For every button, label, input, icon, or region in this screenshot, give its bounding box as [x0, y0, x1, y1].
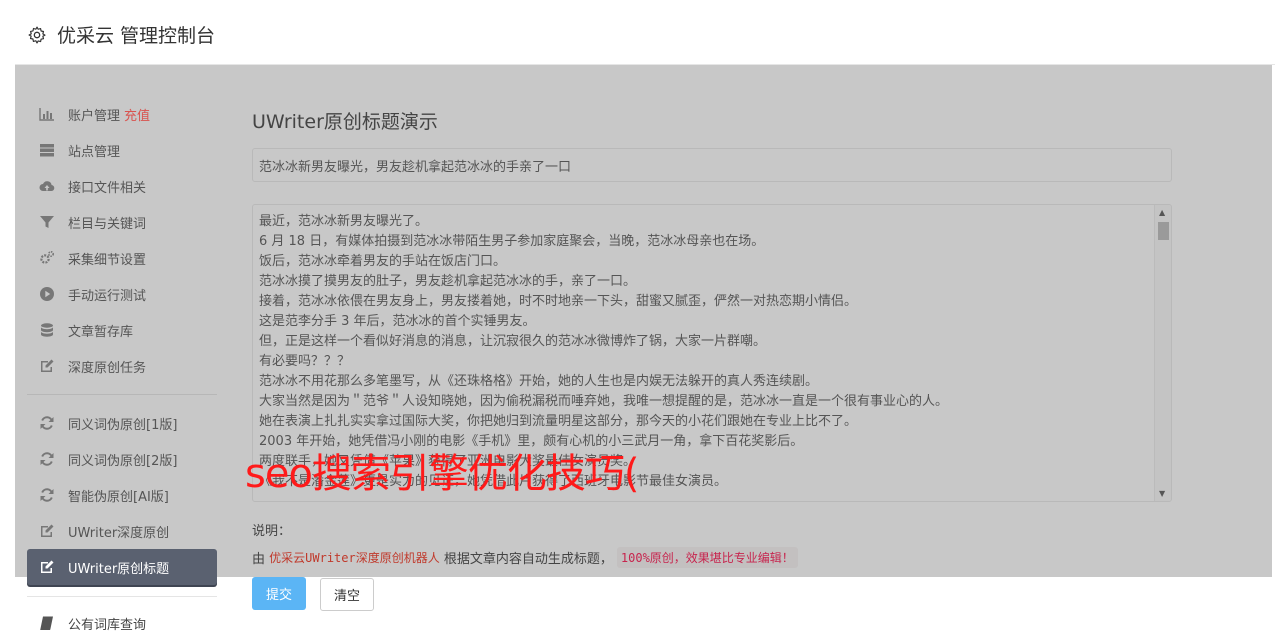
sidebar-divider	[27, 596, 217, 597]
sidebar-item-label: 账户管理	[68, 108, 121, 124]
article-line: 她在表演上扎扎实实拿过国际大奖，你把她归到流量明星这部分，那今天的小花们跟她在专…	[259, 414, 858, 429]
sidebar-divider	[27, 394, 217, 395]
note-highlight: 优采云UWriter深度原创机器人	[269, 551, 440, 565]
article-line: 饭后，范冰冰牵着男友的手站在饭店门口。	[259, 254, 507, 269]
sidebar-item-label: UWriter原创标题	[68, 561, 170, 577]
sidebar-item-label: 智能伪原创[AI版]	[68, 489, 169, 505]
article-line: 接着，范冰冰依偎在男友身上，男友搂着她，时不时地亲一下头，甜蜜又腻歪，俨然一对热…	[259, 294, 858, 309]
page-title: UWriter原创标题演示	[252, 111, 438, 133]
sidebar-item-synonym-v2[interactable]: 同义词伪原创[2版]	[27, 441, 217, 477]
sidebar-item-label: 接口文件相关	[68, 180, 147, 196]
note-prefix: 由	[252, 552, 266, 567]
article-line: 6 月 18 日，有媒体拍摄到范冰冰带陌生男子参加家庭聚会，当晚，范冰冰母亲也在…	[259, 234, 765, 249]
watermark-overlay-text: seo搜索引擎优化技巧(	[245, 451, 640, 497]
scroll-down-icon[interactable]: ▼	[1159, 489, 1165, 498]
sidebar-item-collect-settings[interactable]: 采集细节设置	[27, 240, 217, 276]
sidebar-item-manual-run[interactable]: 手动运行测试	[27, 276, 217, 312]
app-title: 优采云 管理控制台	[57, 25, 216, 47]
sidebar-item-label: 栏目与关键词	[68, 216, 147, 232]
edit-icon	[38, 523, 56, 539]
article-line: 最近，范冰冰新男友曝光了。	[259, 214, 429, 229]
sidebar-item-interface[interactable]: 接口文件相关	[27, 168, 217, 204]
sidebar-item-uwriter-title[interactable]: UWriter原创标题	[27, 549, 217, 585]
clear-button[interactable]: 清空	[320, 578, 374, 611]
scrollbar[interactable]: ▲ ▼	[1154, 205, 1171, 501]
sidebar-item-deep-original[interactable]: 深度原创任务	[27, 348, 217, 384]
sidebar-item-label: 采集细节设置	[68, 252, 147, 268]
cloud-upload-icon	[38, 178, 56, 194]
scrollbar-thumb[interactable]	[1158, 222, 1169, 240]
refresh-icon	[38, 415, 56, 431]
article-line: 范冰冰摸了摸男友的肚子，男友趁机拿起范冰冰的手，亲了一口。	[259, 274, 637, 289]
filter-icon	[38, 214, 56, 230]
refresh-icon	[38, 451, 56, 467]
recharge-link[interactable]: 充值	[124, 105, 150, 124]
sidebar-item-label: 公有词库查询	[68, 617, 147, 633]
scroll-up-icon[interactable]: ▲	[1159, 208, 1165, 217]
sidebar-item-public-lexicon[interactable]: 公有词库查询	[27, 605, 217, 641]
sidebar-item-label: 深度原创任务	[68, 360, 147, 376]
book-icon	[38, 615, 56, 631]
note-label: 说明：	[252, 524, 292, 539]
edit-icon	[38, 559, 56, 575]
note-text: 由 优采云UWriter深度原创机器人 根据文章内容自动生成标题， 100%原创…	[252, 547, 1172, 568]
sidebar-item-sites[interactable]: 站点管理	[27, 132, 217, 168]
note-middle: 根据文章内容自动生成标题，	[443, 552, 613, 567]
top-header: 优采云 管理控制台	[15, 5, 1275, 65]
sidebar-bottom: 公有词库查询	[27, 596, 217, 641]
edit-icon	[38, 358, 56, 374]
article-line: 这是范李分手 3 年后，范冰冰的首个实锤男友。	[259, 314, 536, 329]
bar-chart-icon	[38, 106, 56, 122]
play-circle-icon	[38, 286, 56, 302]
article-line: 有必要吗？？？	[259, 354, 351, 369]
sidebar-item-label: 同义词伪原创[2版]	[68, 453, 178, 469]
sidebar-item-label: 文章暂存库	[68, 324, 134, 340]
sidebar: 账户管理 充值 站点管理 接口文件相关 栏目与关键词 采集细节设置 手动运行测试	[27, 96, 217, 585]
article-line: 大家当然是因为＂范爷＂人设知晓她，因为偷税漏税而唾弃她，我唯一想提醒的是，范冰冰…	[259, 394, 949, 409]
sidebar-item-article-store[interactable]: 文章暂存库	[27, 312, 217, 348]
cogs-icon	[38, 250, 56, 266]
database-icon	[38, 322, 56, 338]
sidebar-item-label: 同义词伪原创[1版]	[68, 417, 178, 433]
sidebar-item-label: 手动运行测试	[68, 288, 147, 304]
sidebar-item-label: 站点管理	[68, 144, 121, 160]
sidebar-item-columns[interactable]: 栏目与关键词	[27, 204, 217, 240]
article-line: 但，正是这样一个看似好消息的消息，让沉寂很久的范冰冰微博炸了锅，大家一片群嘲。	[259, 334, 767, 349]
note-code: 100%原创，效果堪比专业编辑！	[616, 547, 798, 568]
refresh-icon	[38, 487, 56, 503]
article-line: 范冰冰不用花那么多笔墨写，从《还珠格格》开始，她的人生也是内娱无法躲开的真人秀连…	[259, 374, 819, 389]
gear-icon	[28, 26, 46, 44]
sidebar-item-ai-rewrite[interactable]: 智能伪原创[AI版]	[27, 477, 217, 513]
server-icon	[38, 142, 56, 158]
sidebar-item-account[interactable]: 账户管理 充值	[27, 96, 217, 132]
sidebar-item-synonym-v1[interactable]: 同义词伪原创[1版]	[27, 405, 217, 441]
sidebar-item-uwriter-deep[interactable]: UWriter深度原创	[27, 513, 217, 549]
title-field[interactable]: 范冰冰新男友曝光，男友趁机拿起范冰冰的手亲了一口	[252, 148, 1172, 182]
submit-button[interactable]: 提交	[252, 577, 306, 610]
sidebar-item-label: UWriter深度原创	[68, 525, 170, 541]
